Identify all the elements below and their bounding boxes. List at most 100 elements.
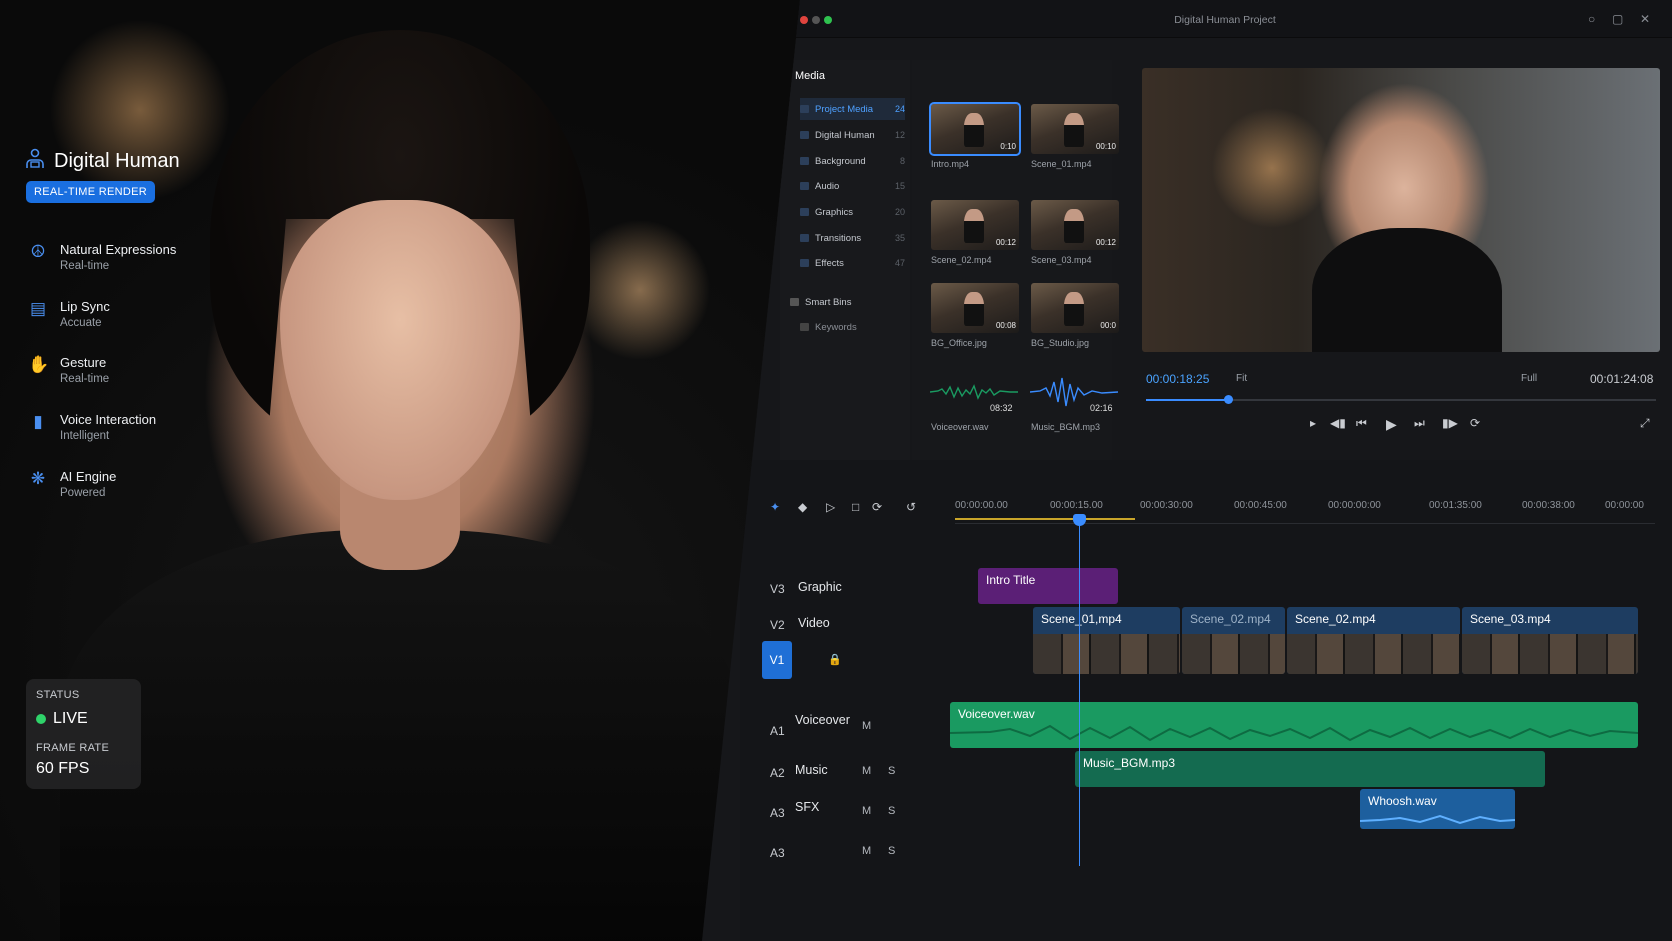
minimize-icon[interactable]: ○: [1588, 12, 1595, 26]
folder-label: Graphics: [815, 206, 854, 218]
rewind-icon[interactable]: ⏮: [1356, 416, 1367, 431]
filmstrip: [1287, 634, 1460, 674]
mute-button[interactable]: M: [862, 845, 871, 857]
clip-music-bgm[interactable]: Music_BGM.mp3: [1075, 751, 1545, 787]
filmstrip: [1462, 634, 1638, 674]
live-indicator: LIVE: [36, 710, 131, 728]
track-v1-target[interactable]: V1: [762, 641, 792, 679]
folder-audio[interactable]: Audio 15: [800, 175, 905, 197]
folder-transitions[interactable]: Transitions 35: [800, 227, 905, 249]
playhead[interactable]: [1073, 514, 1086, 866]
folder-label: Project Media: [815, 103, 874, 115]
clip-whoosh[interactable]: Whoosh.wav: [1360, 789, 1515, 829]
zoom-dot-icon[interactable]: [824, 16, 832, 24]
smart-bins-label: Smart Bins: [805, 296, 852, 308]
forward-icon[interactable]: ⏭: [1414, 416, 1425, 431]
folder-graphics[interactable]: Graphics 20: [800, 201, 905, 223]
window-title: Digital Human Project: [1174, 14, 1276, 26]
undo-icon[interactable]: ↺: [906, 500, 916, 514]
clip-label: Scene_03.mp4: [1470, 612, 1551, 626]
trim-tool-icon[interactable]: □: [852, 500, 859, 514]
refresh-icon[interactable]: ⟳: [872, 500, 882, 514]
solo-button[interactable]: S: [888, 805, 895, 817]
thumb-duration: 00:10: [1095, 142, 1116, 151]
presenter-body: [1312, 228, 1502, 352]
solo-button[interactable]: S: [888, 765, 895, 777]
folder-effects[interactable]: Effects 47: [800, 252, 905, 274]
ruler-tick: 00:00:45:00: [1234, 500, 1287, 511]
folder-count: 8: [899, 156, 905, 166]
folder-count: 15: [894, 181, 905, 191]
filmstrip: [1182, 634, 1285, 674]
play-icon[interactable]: ▶: [1386, 416, 1397, 433]
status-label: STATUS: [36, 689, 80, 701]
maximize-icon[interactable]: ▢: [1612, 12, 1623, 26]
gesture-icon: ✋: [28, 355, 50, 374]
step-forward-icon[interactable]: ▮▶: [1442, 416, 1458, 430]
folder-label: Background: [815, 155, 866, 167]
fullscreen-icon[interactable]: ⤢: [1640, 416, 1650, 431]
mark-in-icon[interactable]: ▸: [1310, 416, 1316, 430]
clip-scene-02[interactable]: Scene_02.mp4: [1182, 607, 1285, 674]
folder-label: Audio: [815, 180, 840, 192]
preview-viewer[interactable]: [1142, 68, 1660, 352]
clip-scene-02b[interactable]: Scene_02.mp4: [1287, 607, 1460, 674]
loop-icon[interactable]: ⟳: [1470, 416, 1480, 430]
media-thumb[interactable]: 00:12: [931, 200, 1019, 250]
track-name: Video: [798, 616, 830, 630]
folder-count: 35: [894, 233, 905, 243]
scrubber-knob[interactable]: [1223, 395, 1233, 404]
timeline-panel: [740, 460, 1672, 941]
track-id: A1: [770, 724, 785, 738]
thumb-duration: 00:08: [995, 321, 1016, 330]
keyword-icon: [800, 323, 809, 331]
media-name: BG_Studio.jpg: [1031, 338, 1090, 348]
mute-button[interactable]: M: [862, 805, 871, 817]
whoosh-waveform: [1360, 814, 1515, 825]
media-thumb[interactable]: 0:10: [929, 102, 1021, 156]
ripple-tool-icon[interactable]: ▷: [826, 500, 835, 514]
mute-button[interactable]: M: [862, 720, 871, 732]
clip-scene-03[interactable]: Scene_03.mp4: [1462, 607, 1638, 674]
fit-select[interactable]: Fit: [1236, 373, 1247, 384]
audio-duration: 08:32: [990, 403, 1013, 413]
media-thumb[interactable]: 00:08: [931, 283, 1019, 333]
folder-project-media[interactable]: Project Media 24: [800, 98, 905, 120]
feature-sub: Real-time: [60, 373, 110, 385]
thumb-duration: 0:10: [1000, 142, 1016, 151]
clip-scene-01[interactable]: Scene_01,mp4: [1033, 607, 1180, 674]
lock-icon[interactable]: 🔒: [828, 653, 842, 666]
media-thumb[interactable]: 00:12: [1031, 200, 1119, 250]
folder-digital-human[interactable]: Digital Human 12: [800, 124, 905, 146]
minimize-dot-icon[interactable]: [812, 16, 820, 24]
preview-scrubber[interactable]: [1146, 395, 1656, 404]
smart-bin-icon: [790, 298, 799, 306]
media-thumb[interactable]: 00:0: [1031, 283, 1119, 333]
media-thumb[interactable]: 00:10: [1031, 104, 1119, 154]
media-header: Media: [795, 70, 825, 82]
clip-label: Scene_01,mp4: [1041, 612, 1122, 626]
feature-title: Gesture: [60, 355, 107, 370]
folder-icon: [800, 234, 809, 242]
folder-background[interactable]: Background 8: [800, 150, 905, 172]
keywords-bin[interactable]: Keywords: [800, 316, 905, 338]
smart-bins[interactable]: Smart Bins: [790, 291, 895, 313]
folder-icon: [800, 105, 809, 113]
live-dot-icon: [36, 714, 46, 724]
close-dot-icon[interactable]: [800, 16, 808, 24]
work-area-bar[interactable]: [955, 518, 1135, 520]
solo-button[interactable]: S: [888, 845, 895, 857]
blade-tool-icon[interactable]: ◆: [798, 500, 807, 514]
track-name: Graphic: [798, 580, 842, 594]
select-tool-icon[interactable]: ✦: [770, 500, 780, 514]
step-back-icon[interactable]: ◀▮: [1330, 416, 1346, 430]
close-icon[interactable]: ✕: [1640, 12, 1650, 26]
quality-select[interactable]: Full: [1521, 373, 1537, 384]
mute-button[interactable]: M: [862, 765, 871, 777]
thumb-duration: 00:0: [1100, 321, 1116, 330]
status-value: LIVE: [53, 710, 88, 727]
clip-voiceover[interactable]: Voiceover.wav: [950, 702, 1638, 748]
clip-intro-title[interactable]: Intro Title: [978, 568, 1118, 604]
keywords-label: Keywords: [815, 321, 857, 333]
feature-sub: Powered: [60, 487, 106, 499]
